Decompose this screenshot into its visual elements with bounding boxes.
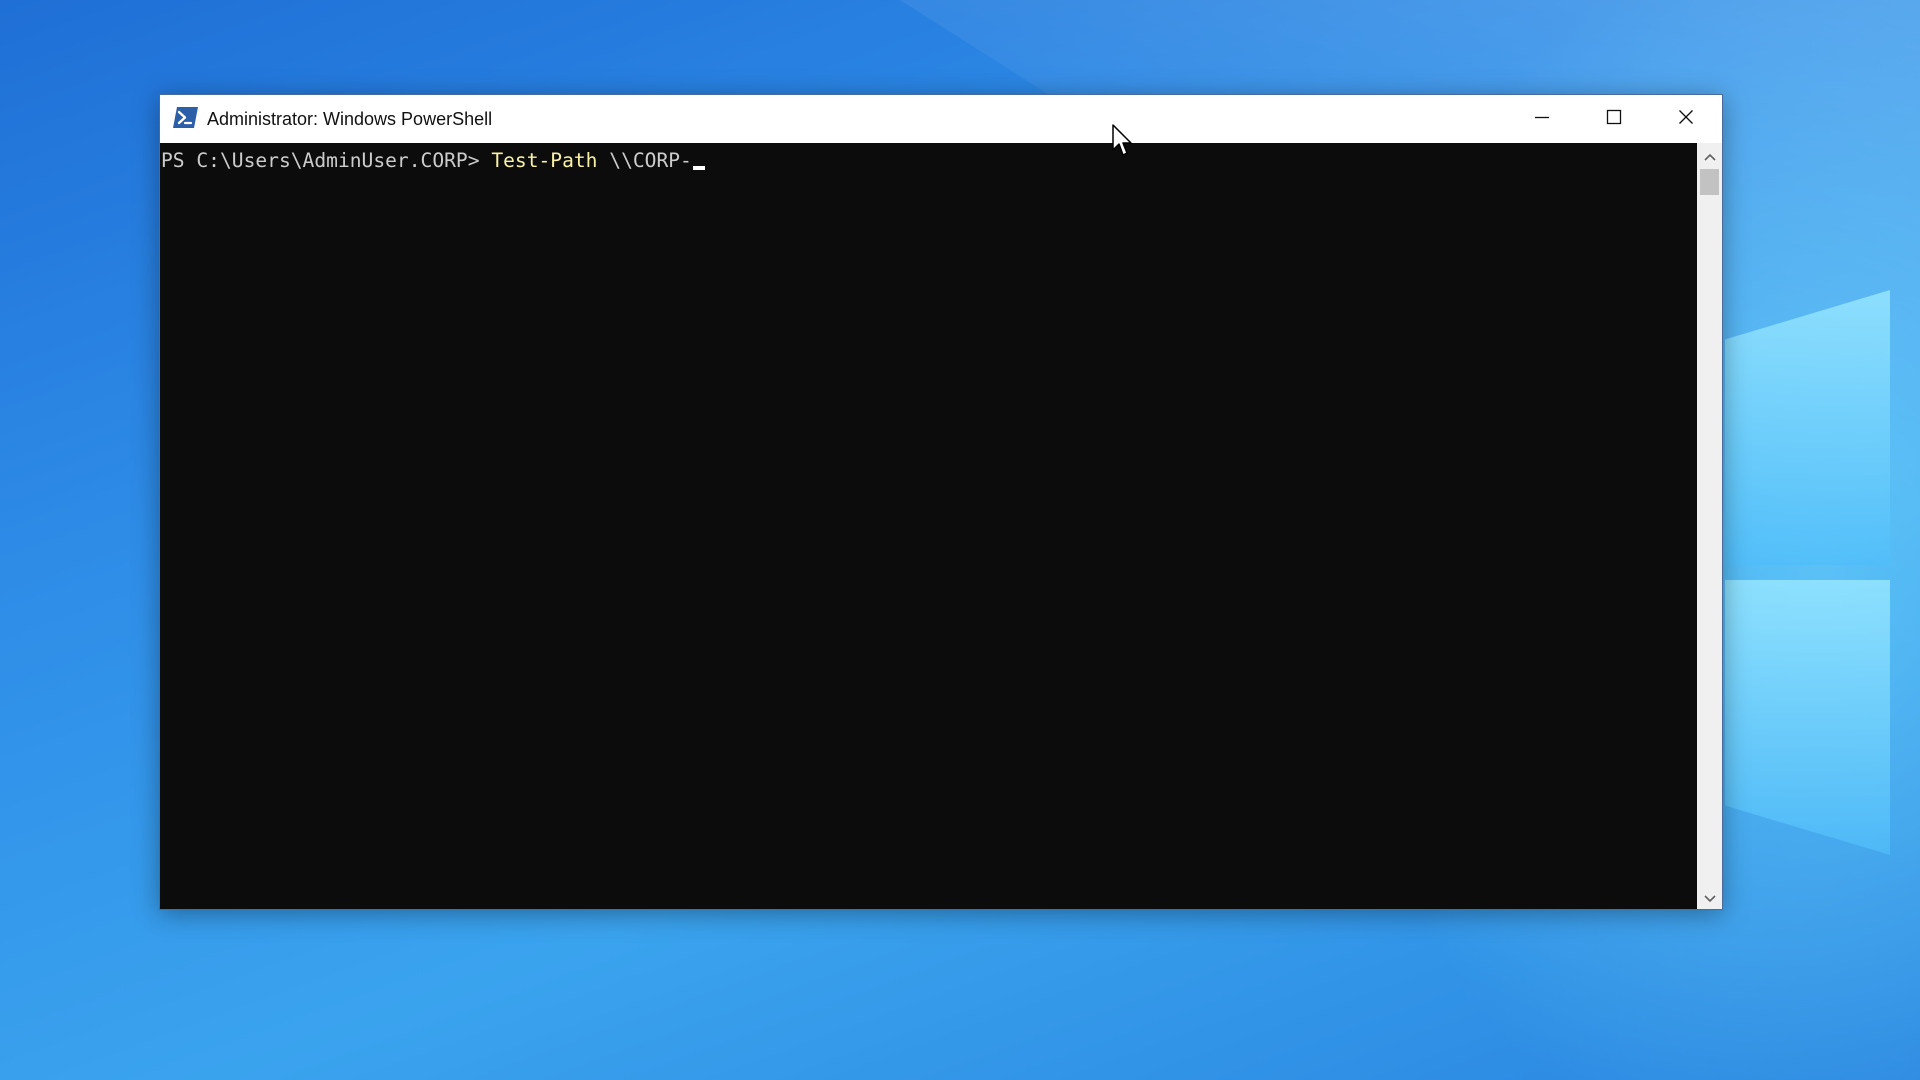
powershell-icon [173,107,198,128]
scroll-down-button[interactable] [1697,885,1722,909]
close-button[interactable] [1650,95,1722,143]
chevron-up-icon [1703,146,1716,165]
scroll-thumb[interactable] [1700,169,1719,195]
chevron-down-icon [1703,888,1716,907]
mouse-pointer-icon [1112,124,1134,158]
maximize-icon [1606,109,1622,129]
title-bar[interactable]: Administrator: Windows PowerShell [160,95,1722,143]
windows-logo-pane-bottom [1725,580,1890,855]
maximize-button[interactable] [1578,95,1650,143]
text-cursor [692,166,705,170]
scroll-up-button[interactable] [1697,143,1722,167]
vertical-scrollbar[interactable] [1697,143,1722,909]
argument-text: \\CORP- [597,149,692,172]
close-icon [1678,109,1694,129]
window-title: Administrator: Windows PowerShell [207,109,493,129]
console-area[interactable]: PS C:\Users\AdminUser.CORP> Test-Path \\… [160,143,1697,909]
prompt-text: PS C:\Users\AdminUser.CORP> [161,149,492,172]
command-line[interactable]: PS C:\Users\AdminUser.CORP> Test-Path \\… [161,149,705,173]
command-text: Test-Path [491,149,598,172]
powershell-window[interactable]: Administrator: Windows PowerShell PS C:\… [159,94,1723,910]
minimize-icon [1534,109,1550,129]
minimize-button[interactable] [1506,95,1578,143]
